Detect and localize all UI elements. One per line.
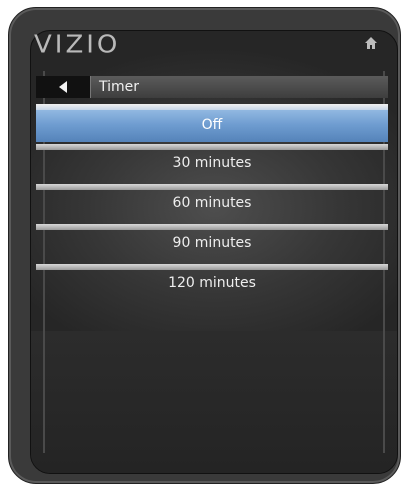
menu-item-off[interactable]: Off <box>36 104 388 142</box>
timer-menu: Off 30 minutes 60 minutes 90 minutes 120… <box>36 104 388 304</box>
menu-item-divider <box>36 224 388 230</box>
back-button[interactable] <box>36 76 90 98</box>
menu-item-90-minutes[interactable]: 90 minutes <box>36 224 388 262</box>
menu-item-divider <box>36 104 388 110</box>
vizio-logo: VIZIO <box>34 30 121 60</box>
menu-item-divider <box>36 264 388 270</box>
menu-item-label: Off <box>201 117 223 133</box>
breadcrumb-bar: Timer <box>36 76 388 98</box>
back-arrow-icon <box>59 81 67 93</box>
menu-item-label: 60 minutes <box>172 195 252 211</box>
breadcrumb-title: Timer <box>90 76 388 98</box>
menu-item-60-minutes[interactable]: 60 minutes <box>36 184 388 222</box>
menu-item-label: 90 minutes <box>172 235 252 251</box>
menu-item-30-minutes[interactable]: 30 minutes <box>36 144 388 182</box>
menu-item-120-minutes[interactable]: 120 minutes <box>36 264 388 302</box>
menu-item-divider <box>36 184 388 190</box>
menu-item-label: 30 minutes <box>172 155 252 171</box>
menu-item-divider <box>36 144 388 150</box>
home-icon[interactable] <box>364 36 378 50</box>
menu-item-label: 120 minutes <box>168 275 256 291</box>
screen-background <box>31 331 397 473</box>
